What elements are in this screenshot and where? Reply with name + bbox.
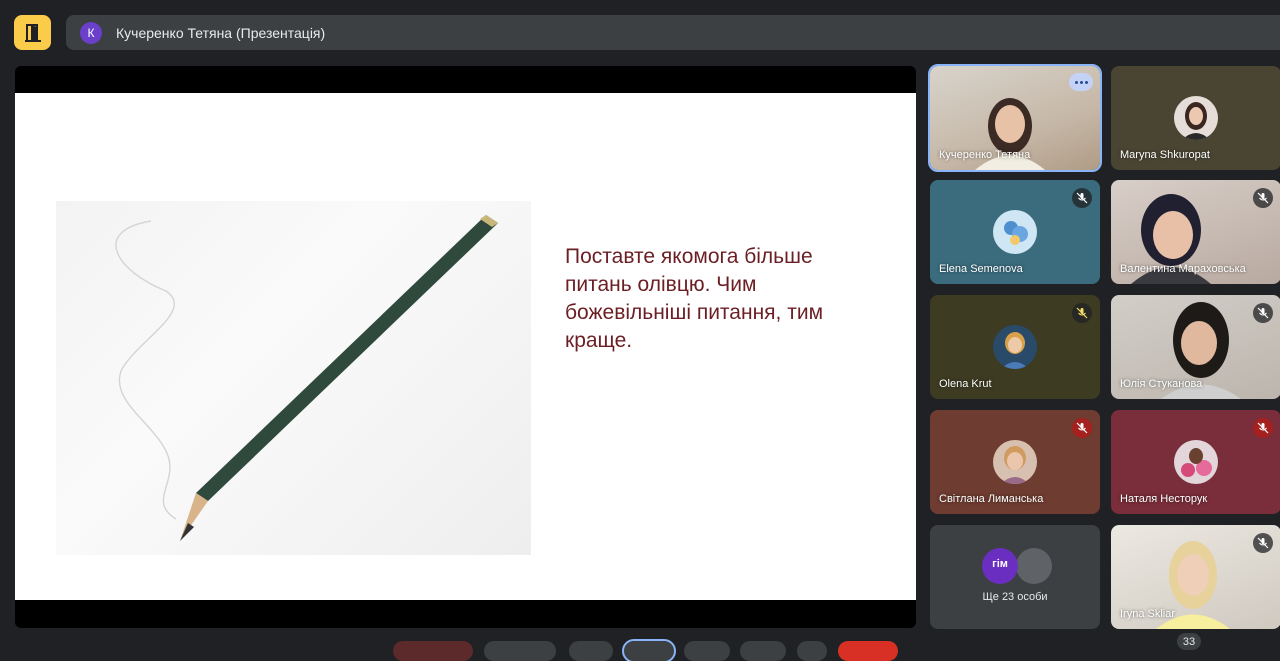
- more-participants-tile[interactable]: гім Ще 23 особи: [930, 525, 1100, 629]
- participant-tile[interactable]: Валентина Мараховська: [1111, 180, 1280, 284]
- participant-tile[interactable]: Maryna Shkuropat: [1111, 66, 1280, 170]
- participant-tile[interactable]: Olena Krut: [930, 295, 1100, 399]
- mic-off-icon: [1253, 188, 1273, 208]
- avatar-text: гім: [992, 558, 1008, 570]
- leave-call-button[interactable]: [838, 641, 898, 661]
- avatar: [1174, 440, 1218, 484]
- participant-name: Iryna Skliar: [1120, 608, 1176, 620]
- presentation-stage: Поставте якомога більше питань олівцю. Ч…: [15, 66, 916, 628]
- participant-tile[interactable]: Світлана Лиманська: [930, 410, 1100, 514]
- mic-off-icon: [1072, 418, 1092, 438]
- raise-hand-button[interactable]: [740, 641, 786, 661]
- mic-off-icon: [1253, 418, 1273, 438]
- mic-button[interactable]: [393, 641, 473, 661]
- participant-count-badge[interactable]: 33: [1177, 633, 1201, 650]
- participant-name: Olena Krut: [939, 378, 992, 390]
- participant-tile[interactable]: Кучеренко Тетяна: [928, 64, 1102, 172]
- participant-name: Наталя Несторук: [1120, 493, 1208, 505]
- meeting-title: Кучеренко Тетяна (Презентація): [116, 24, 326, 41]
- more-participants-avatars: гім: [982, 548, 1052, 584]
- more-options-icon[interactable]: [1069, 73, 1093, 91]
- camera-button[interactable]: [484, 641, 556, 661]
- avatar: [993, 440, 1037, 484]
- slide-text: Поставте якомога більше питань олівцю. Ч…: [565, 245, 824, 352]
- mic-off-icon: [1253, 303, 1273, 323]
- avatar: [993, 210, 1037, 254]
- pencil-image: [56, 201, 531, 555]
- participant-tile[interactable]: Юлія Стуканова: [1111, 295, 1280, 399]
- more-participants-label: Ще 23 особи: [982, 591, 1048, 603]
- participant-name: Світлана Лиманська: [939, 493, 1044, 505]
- participant-name: Юлія Стуканова: [1120, 378, 1203, 390]
- reactions-button[interactable]: [684, 641, 730, 661]
- presenter-avatar: К: [80, 21, 102, 44]
- participant-tile[interactable]: Наталя Несторук: [1111, 410, 1280, 514]
- participant-name: Elena Semenova: [939, 263, 1023, 275]
- avatar: [993, 325, 1037, 369]
- meeting-title-bar: К Кучеренко Тетяна (Презентація): [66, 15, 1280, 50]
- participant-tile[interactable]: Iryna Skliar: [1111, 525, 1280, 629]
- mic-off-icon: [1072, 303, 1092, 323]
- mic-off-icon: [1072, 188, 1092, 208]
- captions-button[interactable]: [569, 641, 613, 661]
- avatar: [1174, 96, 1218, 140]
- presentation-slide: Поставте якомога більше питань олівцю. Ч…: [15, 93, 916, 600]
- participant-name: Кучеренко Тетяна: [939, 149, 1031, 161]
- mic-off-icon: [1253, 533, 1273, 553]
- door-icon[interactable]: [14, 15, 51, 50]
- present-button[interactable]: [622, 639, 676, 661]
- more-options-button[interactable]: [797, 641, 827, 661]
- participant-name: Maryna Shkuropat: [1120, 149, 1210, 161]
- participant-name: Валентина Мараховська: [1120, 263, 1246, 275]
- participant-tile[interactable]: Elena Semenova: [930, 180, 1100, 284]
